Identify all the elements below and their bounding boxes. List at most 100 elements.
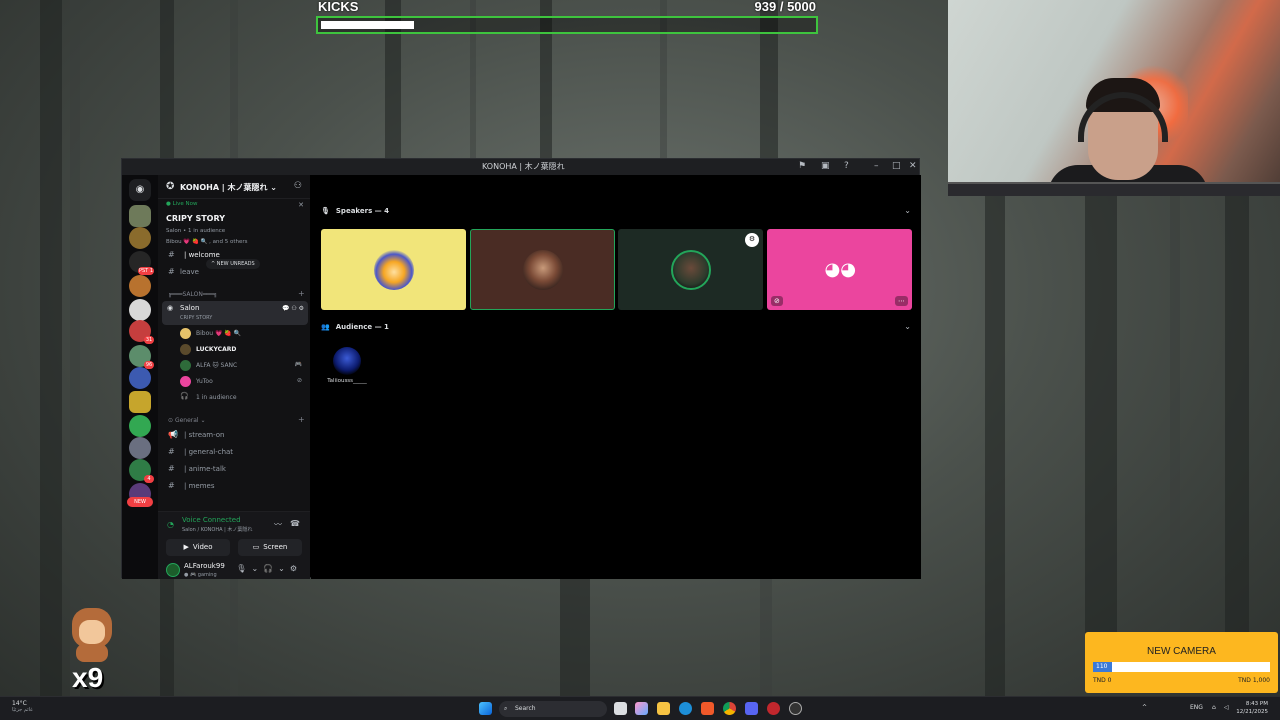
channel-general-chat[interactable]: # | general-chat bbox=[164, 446, 304, 460]
discord-taskbar-icon[interactable] bbox=[745, 702, 758, 715]
language-indicator[interactable]: ENG bbox=[1190, 704, 1203, 711]
settings-icon[interactable]: ⚙ bbox=[745, 233, 759, 247]
channel-actions[interactable]: 💬 ⚇ ⚙ bbox=[282, 305, 304, 312]
invite-people-icon[interactable]: ⚇ bbox=[294, 181, 302, 191]
monkey-alert-sprite bbox=[62, 604, 120, 666]
help-icon[interactable]: ? bbox=[844, 161, 849, 171]
kicks-counter: 939 / 5000 bbox=[754, 0, 816, 14]
stage-view: 🎙 Speakers — 4 ⌄ ⚙ ◕◕ ⊘ ⋯ 👥 Audience — 1 ⌄… bbox=[311, 175, 921, 579]
server-icon[interactable] bbox=[129, 299, 151, 321]
voice-channel-salon[interactable]: ◉ Salon CRIPY STORY 💬 ⚇ ⚙ bbox=[162, 301, 308, 325]
taskbar-clock[interactable]: 8:43 PM 12/21/2025 bbox=[1236, 700, 1268, 716]
server-icon[interactable] bbox=[129, 415, 151, 437]
audience-member[interactable]: Taliiousss_____ bbox=[325, 347, 369, 384]
kicks-goal-widget: KICKS 939 / 5000 bbox=[316, 0, 818, 36]
server-icon[interactable] bbox=[129, 391, 151, 413]
server-icon[interactable] bbox=[129, 367, 151, 389]
audience-count[interactable]: 🎧 1 in audience bbox=[180, 391, 306, 405]
windows-start-icon[interactable] bbox=[479, 702, 492, 715]
live-now-card[interactable]: ● Live Now ✕ CRIPY STORY Salon • 1 in au… bbox=[164, 201, 304, 251]
kicks-progress-fill bbox=[321, 21, 414, 29]
server-icon[interactable]: 96 bbox=[129, 345, 154, 369]
obs-icon[interactable] bbox=[789, 702, 802, 715]
brave-icon[interactable] bbox=[701, 702, 714, 715]
add-channel-icon[interactable]: + bbox=[298, 415, 305, 424]
microphone-icon: 🎙 bbox=[321, 207, 330, 215]
speaker-tile[interactable]: ◕◕ ⊘ ⋯ bbox=[767, 229, 912, 310]
server-icon[interactable]: PST 1 bbox=[129, 251, 154, 275]
add-channel-icon[interactable]: + bbox=[298, 289, 305, 298]
voice-user[interactable]: LUCKYCARD bbox=[180, 343, 306, 357]
weather-widget[interactable]: 14°C غائم جزئيًا bbox=[12, 700, 33, 713]
chrome-icon[interactable] bbox=[723, 702, 736, 715]
volume-icon[interactable]: ◁ bbox=[1224, 704, 1229, 711]
close-icon[interactable]: ✕ bbox=[909, 161, 917, 171]
taskbar-search[interactable]: ⌕ Search bbox=[499, 701, 607, 717]
speaker-tile-speaking[interactable] bbox=[470, 229, 615, 310]
disconnect-icon[interactable]: ☎ bbox=[290, 519, 300, 528]
channel-leave[interactable]: # leave bbox=[164, 266, 304, 280]
server-icon[interactable] bbox=[129, 437, 151, 459]
screen-share-button[interactable]: ▭ Screen bbox=[238, 539, 302, 556]
goal-max-label: TND 1,000 bbox=[1238, 677, 1270, 684]
server-icon[interactable] bbox=[129, 275, 151, 297]
muted-mic-icon: ⊘ bbox=[296, 377, 302, 384]
goal-min-label: TND 0 bbox=[1093, 677, 1112, 684]
voice-status[interactable]: Voice Connected bbox=[182, 516, 241, 524]
copilot-icon[interactable] bbox=[635, 702, 648, 715]
noise-suppression-icon[interactable]: 〰 bbox=[274, 519, 282, 530]
server-icon[interactable] bbox=[129, 227, 151, 249]
audience-header: 👥 Audience — 1 bbox=[321, 323, 389, 331]
new-servers-badge[interactable]: NEW bbox=[127, 497, 153, 507]
file-explorer-icon[interactable] bbox=[657, 702, 670, 715]
avatar bbox=[180, 328, 191, 339]
voice-user[interactable]: Bibou 💗 🍓 🔍 bbox=[180, 327, 306, 341]
channel-sidebar: ✪ KONOHA | 木ノ葉隠れ ⌄ ⚇ ● Live Now ✕ CRIPY … bbox=[158, 175, 310, 579]
minimize-icon[interactable]: – bbox=[874, 161, 879, 171]
discord-home-icon[interactable]: ◉ bbox=[129, 179, 151, 201]
webcam-feed bbox=[948, 0, 1280, 196]
screen-icon[interactable]: ▣ bbox=[821, 161, 830, 171]
avatar bbox=[333, 347, 361, 375]
server-icon[interactable] bbox=[129, 205, 151, 227]
channel-stream-on[interactable]: 📢 | stream-on bbox=[164, 429, 304, 443]
voice-user[interactable]: ALFA 🐱 SANC 🎮 bbox=[180, 359, 306, 373]
avatar bbox=[180, 376, 191, 387]
kicks-label: KICKS bbox=[318, 0, 359, 14]
video-button[interactable]: ▶ Video bbox=[166, 539, 230, 556]
avatar bbox=[522, 249, 563, 290]
server-header[interactable]: ✪ KONOHA | 木ノ葉隠れ ⌄ ⚇ bbox=[158, 175, 310, 199]
server-name[interactable]: KONOHA | 木ノ葉隠れ ⌄ bbox=[180, 182, 277, 193]
voice-user[interactable]: YuToo ⊘ bbox=[180, 375, 306, 389]
network-icon[interactable]: ⌂ bbox=[1212, 704, 1216, 711]
channel-memes[interactable]: # | memes bbox=[164, 480, 304, 494]
username[interactable]: ALFarouk99 bbox=[184, 562, 225, 570]
headphones-icon: 🎧 bbox=[180, 392, 189, 400]
kicks-progress-bar bbox=[316, 16, 818, 34]
category-general[interactable]: ⊙ General ⌄ bbox=[168, 417, 206, 424]
app-icon[interactable] bbox=[767, 702, 780, 715]
user-controls[interactable]: 🎙⌄🎧⌄⚙ bbox=[236, 564, 302, 573]
task-view-icon[interactable] bbox=[614, 702, 627, 715]
signal-icon[interactable]: ◔ bbox=[167, 520, 174, 529]
goal-title: NEW CAMERA bbox=[1147, 646, 1216, 657]
avatar bbox=[670, 249, 711, 290]
speaker-tile[interactable] bbox=[321, 229, 466, 310]
dismiss-icon[interactable]: ✕ bbox=[298, 201, 304, 209]
collapse-audience-icon[interactable]: ⌄ bbox=[904, 322, 911, 331]
edge-icon[interactable] bbox=[679, 702, 692, 715]
taskbar: 14°C غائم جزئيًا ⌕ Search ^ ENG ⌂ ◁ 8:43 … bbox=[0, 696, 1280, 720]
server-icon[interactable]: 31 bbox=[129, 320, 154, 344]
maximize-icon[interactable]: □ bbox=[892, 161, 901, 171]
server-icon[interactable]: 4 bbox=[129, 459, 154, 483]
server-list: ◉ PST 1 31 96 4 NEW bbox=[122, 175, 158, 579]
tray-expand-icon[interactable]: ^ bbox=[1142, 704, 1147, 711]
collapse-speakers-icon[interactable]: ⌄ bbox=[904, 206, 911, 215]
more-options-icon[interactable]: ⋯ bbox=[895, 296, 908, 306]
category-salon[interactable]: ╔═══SALON═══╗ bbox=[168, 291, 217, 298]
channel-anime-talk[interactable]: # | anime-talk bbox=[164, 463, 304, 477]
live-now-label: ● Live Now bbox=[166, 201, 198, 207]
speaker-tile[interactable]: ⚙ bbox=[618, 229, 763, 310]
avatar[interactable] bbox=[166, 563, 180, 577]
inbox-icon[interactable]: ⚑ bbox=[798, 161, 806, 171]
